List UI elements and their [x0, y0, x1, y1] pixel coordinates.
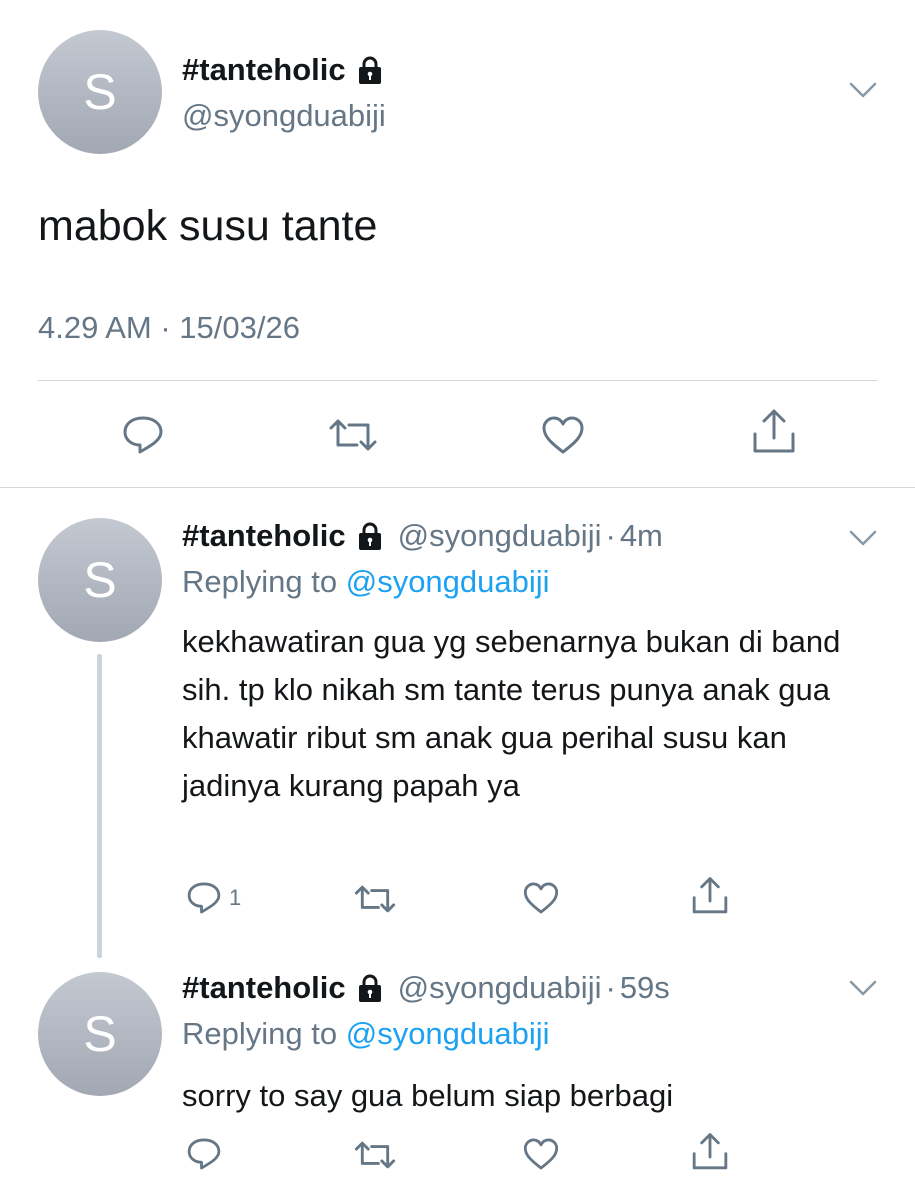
display-name-text[interactable]: #tanteholic [182, 518, 346, 554]
avatar[interactable]: S [38, 972, 162, 1096]
replying-to-prefix: Replying to [182, 564, 338, 599]
like-button[interactable] [522, 1136, 560, 1172]
handle[interactable]: @syongduabiji [182, 98, 386, 134]
display-name[interactable]: #tanteholic [182, 52, 384, 88]
retweet-icon [327, 418, 379, 452]
share-icon [750, 408, 798, 456]
lock-icon [356, 521, 384, 551]
replying-to-link[interactable]: @syongduabiji [346, 1016, 550, 1051]
retweet-button[interactable] [353, 1140, 397, 1170]
share-icon [690, 1132, 730, 1172]
reply-button[interactable] [120, 414, 166, 456]
relative-time[interactable]: 59s [620, 970, 670, 1006]
reply-button[interactable]: 1 [185, 880, 241, 916]
replying-to-prefix: Replying to [182, 1016, 338, 1051]
divider [38, 380, 878, 381]
relative-time[interactable]: 4m [620, 518, 663, 554]
thread-connector [97, 654, 102, 958]
reply-button[interactable] [185, 1136, 229, 1172]
chevron-down-icon[interactable] [848, 528, 878, 548]
like-icon [522, 880, 560, 916]
avatar[interactable]: S [38, 30, 162, 154]
like-button[interactable] [540, 414, 586, 456]
like-icon [522, 1136, 560, 1172]
reply-icon [185, 1136, 223, 1172]
replying-to: Replying to @syongduabiji [182, 564, 550, 600]
reply-text: sorry to say gua belum siap berbagi [182, 1078, 674, 1113]
retweet-icon [353, 1140, 397, 1170]
share-button[interactable] [690, 876, 730, 916]
avatar-letter: S [83, 1006, 117, 1062]
tweet-text: mabok susu tante [38, 202, 378, 250]
handle[interactable]: @syongduabiji [398, 518, 602, 554]
avatar[interactable]: S [38, 518, 162, 642]
reply-header: #tanteholic @syongduabiji · 59s [182, 970, 670, 1006]
separator-dot: · [605, 518, 616, 553]
replying-to-link[interactable]: @syongduabiji [346, 564, 550, 599]
reply-icon [120, 414, 166, 456]
reply-count: 1 [229, 885, 242, 910]
reply-text: kekhawatiran gua yg sebenarnya bukan di … [182, 624, 841, 803]
retweet-icon [353, 884, 397, 914]
replying-to: Replying to @syongduabiji [182, 1016, 550, 1052]
avatar-letter: S [83, 552, 117, 608]
avatar-letter: S [83, 64, 117, 120]
lock-icon [356, 973, 384, 1003]
lock-icon [356, 55, 384, 85]
like-button[interactable] [522, 880, 560, 916]
timestamp[interactable]: 4.29 AM · 15/03/26 [38, 310, 300, 346]
chevron-down-icon[interactable] [848, 80, 878, 100]
retweet-button[interactable] [353, 884, 397, 914]
share-icon [690, 876, 730, 916]
display-name-text[interactable]: #tanteholic [182, 970, 346, 1006]
handle[interactable]: @syongduabiji [398, 970, 602, 1006]
share-button[interactable] [690, 1132, 730, 1172]
reply-icon [185, 880, 223, 916]
display-name-text: #tanteholic [182, 52, 346, 87]
chevron-down-icon[interactable] [848, 978, 878, 998]
separator-dot: · [605, 970, 616, 1005]
like-icon [540, 414, 586, 456]
divider [0, 487, 915, 488]
retweet-button[interactable] [327, 418, 379, 452]
share-button[interactable] [750, 408, 798, 456]
reply-header: #tanteholic @syongduabiji · 4m [182, 518, 663, 554]
